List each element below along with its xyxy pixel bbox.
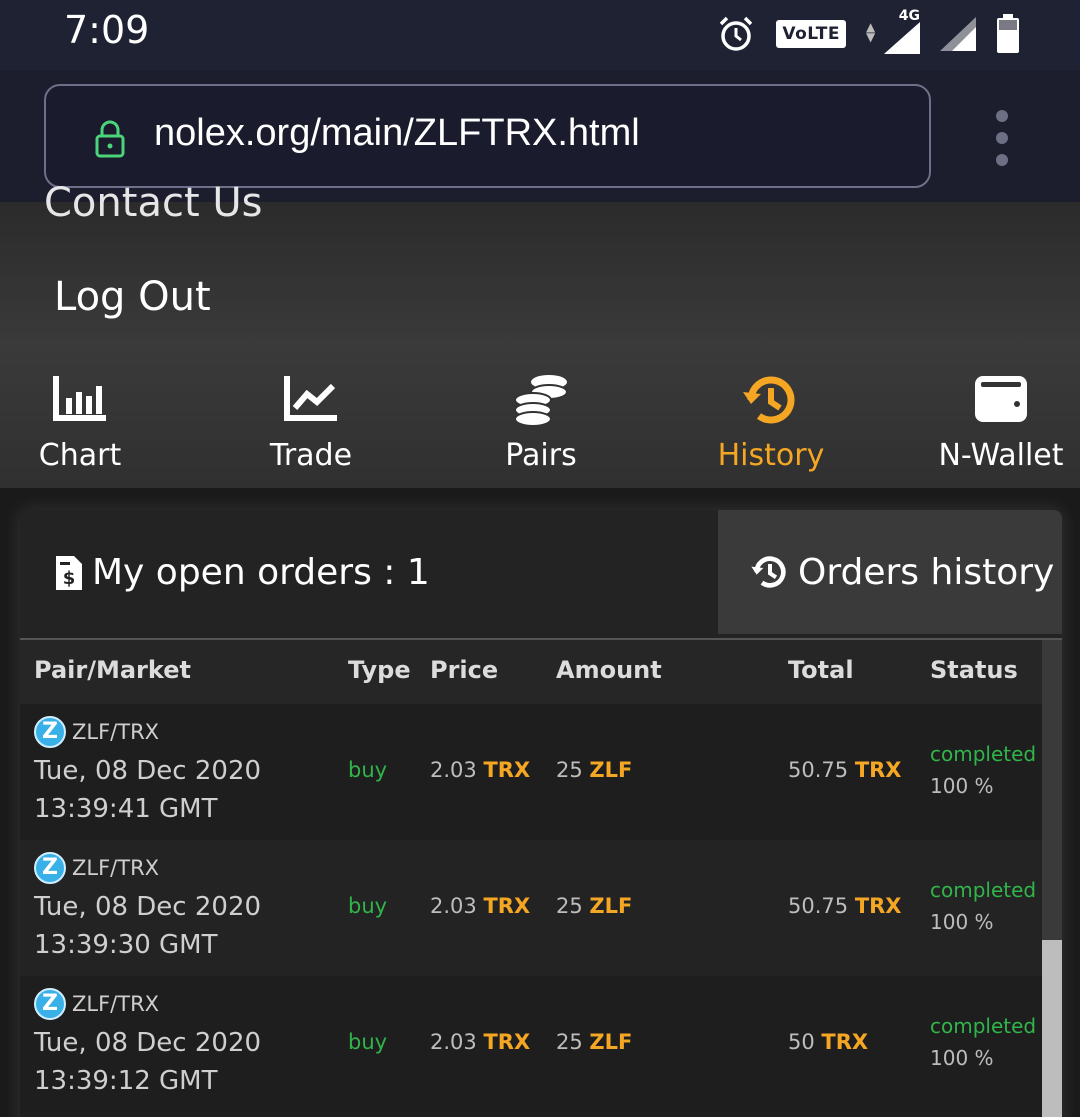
col-type: Type <box>348 656 411 684</box>
trend-chart-icon <box>284 376 337 421</box>
svg-text:$: $ <box>63 568 76 589</box>
signal-icon <box>940 17 976 51</box>
order-total: 50.75 TRX <box>788 758 902 782</box>
lock-icon <box>95 120 125 158</box>
open-orders-label: My open orders : 1 <box>92 552 430 593</box>
col-amount: Amount <box>556 656 662 684</box>
nav-chart[interactable]: Chart <box>0 370 180 488</box>
order-fill-percent: 100 % <box>930 910 994 934</box>
bottom-nav: Chart Trade Pairs History N-Wallet <box>0 370 1080 488</box>
tab-orders-history[interactable]: Orders history <box>718 510 1062 634</box>
order-fill-percent: 100 % <box>930 1046 994 1070</box>
order-datetime: Tue, 08 Dec 2020 13:39:30 GMT <box>34 888 261 964</box>
side-menu: Contact Us Log Out Chart Trade Pairs His… <box>0 180 1080 488</box>
table-row[interactable]: Z ZLF/TRX Tue, 08 Dec 2020 13:39:41 GMT … <box>20 704 1042 840</box>
volte-badge: VoLTE <box>776 20 846 48</box>
order-fill-percent: 100 % <box>930 774 994 798</box>
col-total: Total <box>788 656 854 684</box>
table-row[interactable]: Z ZLF/TRX Tue, 08 Dec 2020 13:39:30 GMT … <box>20 840 1042 976</box>
pair-cell: Z ZLF/TRX <box>34 716 159 748</box>
nav-wallet[interactable]: N-Wallet <box>901 370 1080 488</box>
order-amount: 25 ZLF <box>556 1030 633 1054</box>
orders-history-label: Orders history <box>798 552 1055 593</box>
order-time: 13:39:30 GMT <box>34 930 218 960</box>
col-status: Status <box>930 656 1018 684</box>
nav-wallet-label: N-Wallet <box>938 438 1064 473</box>
order-type: buy <box>348 1030 388 1054</box>
order-date: Tue, 08 Dec 2020 <box>34 1028 262 1058</box>
pair-name: ZLF/TRX <box>72 992 160 1016</box>
more-options-icon[interactable] <box>990 110 1014 166</box>
order-price: 2.03 TRX <box>430 1030 531 1054</box>
nav-history-label: History <box>717 438 825 473</box>
col-price: Price <box>430 656 499 684</box>
order-price: 2.03 TRX <box>430 758 531 782</box>
history-icon <box>743 376 795 424</box>
coins-icon <box>514 375 568 427</box>
pair-name: ZLF/TRX <box>72 856 160 880</box>
menu-item-contact[interactable]: Contact Us <box>44 180 262 226</box>
nav-history[interactable]: History <box>671 370 871 488</box>
nav-pairs[interactable]: Pairs <box>441 370 641 488</box>
order-total: 50.75 TRX <box>788 894 902 918</box>
table-scrollbar[interactable] <box>1042 640 1062 1117</box>
pair-name: ZLF/TRX <box>72 720 160 744</box>
tab-open-orders[interactable]: $ My open orders : 1 <box>20 510 718 638</box>
nav-chart-label: Chart <box>38 438 122 473</box>
invoice-icon: $ <box>56 556 82 590</box>
col-pair: Pair/Market <box>34 656 191 684</box>
orders-panel: $ My open orders : 1 Orders history Pair… <box>20 510 1062 1117</box>
nav-pairs-label: Pairs <box>505 438 577 473</box>
order-date: Tue, 08 Dec 2020 <box>34 892 262 922</box>
order-amount: 25 ZLF <box>556 894 633 918</box>
zlf-coin-icon: Z <box>34 716 66 748</box>
order-type: buy <box>348 758 388 782</box>
order-time: 13:39:41 GMT <box>34 794 218 824</box>
order-date: Tue, 08 Dec 2020 <box>34 756 262 786</box>
scrollbar-thumb[interactable] <box>1042 940 1062 1117</box>
nav-trade-label: Trade <box>269 438 353 473</box>
order-amount: 25 ZLF <box>556 758 633 782</box>
zlf-coin-icon: Z <box>34 852 66 884</box>
pair-cell: Z ZLF/TRX <box>34 988 159 1020</box>
order-price: 2.03 TRX <box>430 894 531 918</box>
url-text: nolex.org/main/ZLFTRX.html <box>154 112 640 154</box>
battery-icon <box>997 14 1019 53</box>
history-icon <box>751 556 786 588</box>
orders-section: $ My open orders : 1 Orders history Pair… <box>0 488 1080 1117</box>
order-status: completed <box>930 1014 1037 1038</box>
status-time: 7:09 <box>64 8 150 52</box>
signal-4g-icon: ▲ ▼ 4G <box>866 8 920 54</box>
alarm-icon <box>720 16 753 51</box>
nav-trade[interactable]: Trade <box>211 370 411 488</box>
order-type: buy <box>348 894 388 918</box>
address-bar[interactable]: nolex.org/main/ZLFTRX.html <box>44 84 931 188</box>
orders-tabs: $ My open orders : 1 Orders history <box>20 510 1062 640</box>
order-datetime: Tue, 08 Dec 2020 13:39:41 GMT <box>34 752 261 828</box>
app-root: 7:09 VoLTE ▲ ▼ 4G nolex.org/main/ZLFTRX.… <box>0 0 1080 1117</box>
pair-cell: Z ZLF/TRX <box>34 852 159 884</box>
order-status: completed <box>930 878 1037 902</box>
zlf-coin-icon: Z <box>34 988 66 1020</box>
order-time: 13:39:12 GMT <box>34 1066 218 1096</box>
order-total: 50 TRX <box>788 1030 869 1054</box>
bar-chart-icon <box>53 376 106 421</box>
wallet-icon <box>975 376 1027 422</box>
table-row[interactable]: Z ZLF/TRX Tue, 08 Dec 2020 13:39:12 GMT … <box>20 976 1042 1112</box>
menu-item-logout[interactable]: Log Out <box>54 274 211 320</box>
status-icons: VoLTE ▲ ▼ 4G <box>716 8 1020 56</box>
order-status: completed <box>930 742 1037 766</box>
order-datetime: Tue, 08 Dec 2020 13:39:12 GMT <box>34 1024 261 1100</box>
table-header: Pair/Market Type Price Amount Total Stat… <box>20 640 1042 704</box>
status-bar: 7:09 VoLTE ▲ ▼ 4G <box>0 0 1080 70</box>
